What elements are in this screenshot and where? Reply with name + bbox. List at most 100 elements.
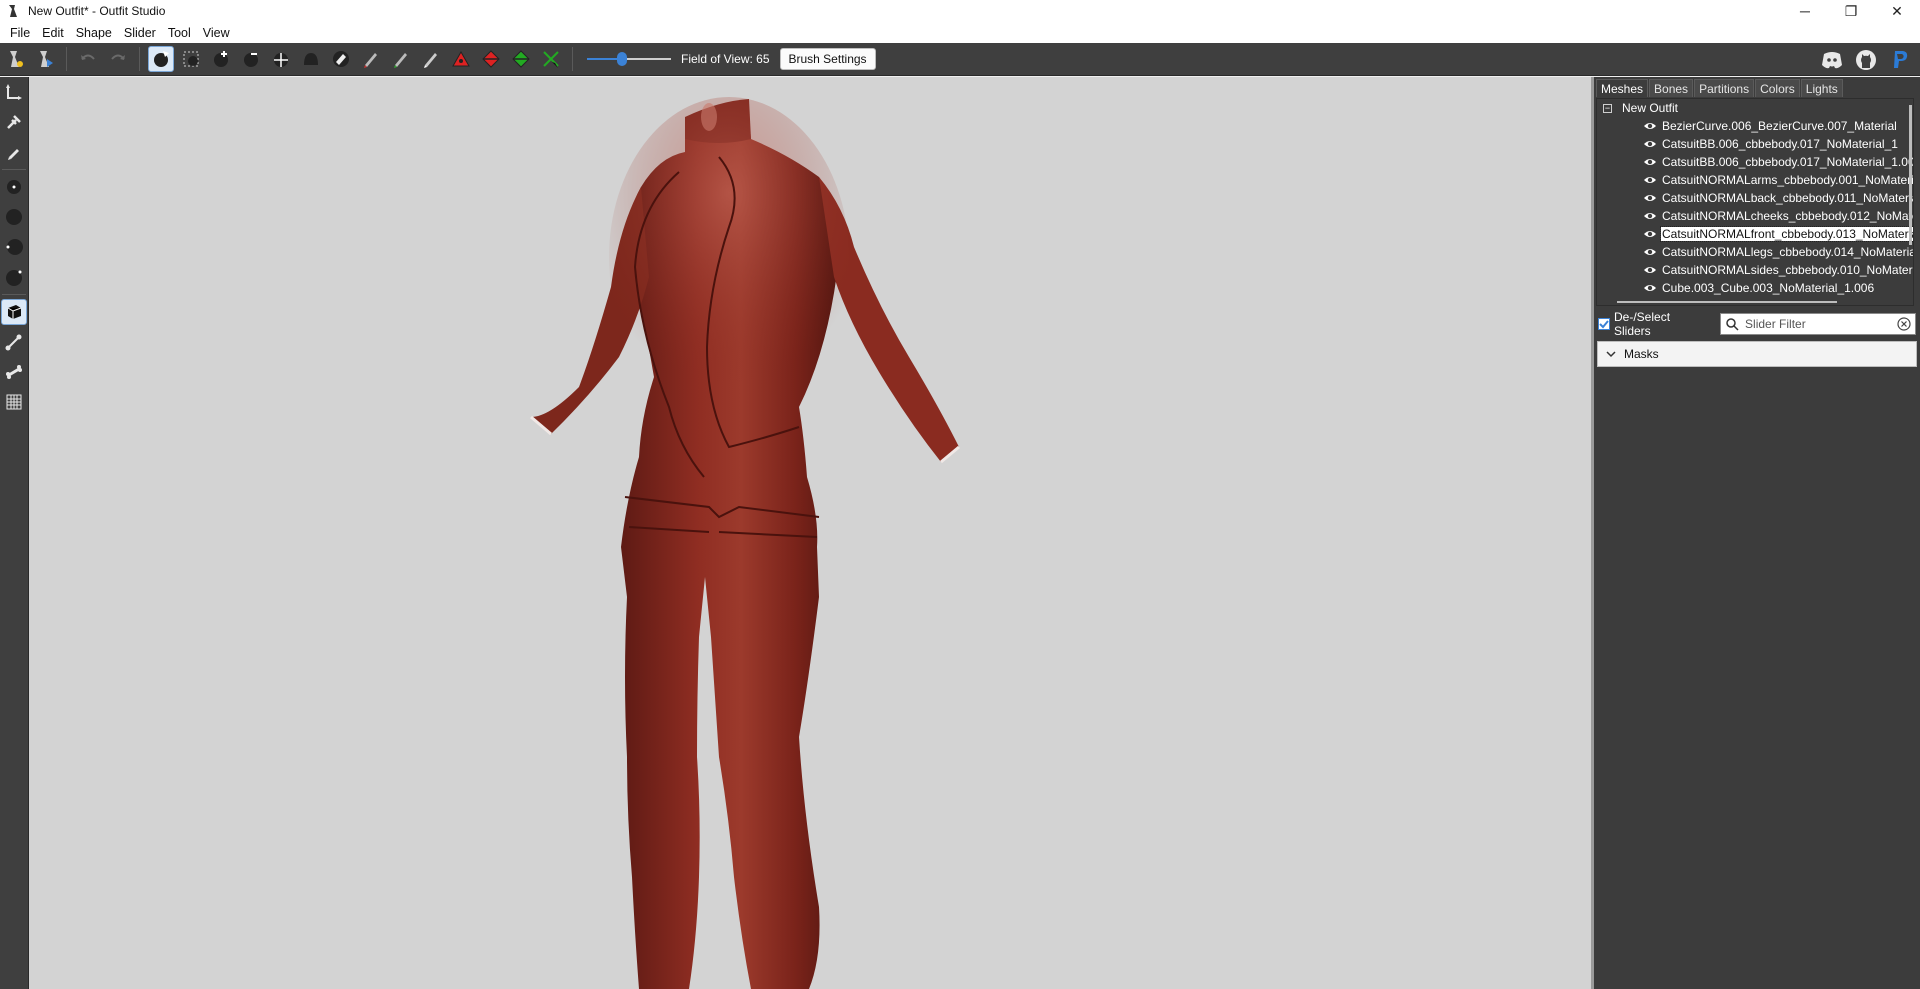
smooth-brush-button[interactable] <box>298 46 324 72</box>
tree-root[interactable]: − New Outfit <box>1597 99 1913 117</box>
visibility-eye-icon[interactable] <box>1643 247 1657 257</box>
visibility-eye-icon[interactable] <box>1643 229 1657 239</box>
new-project-icon <box>10 51 23 67</box>
field-of-view-label: Field of View: 65 <box>681 52 770 66</box>
redo-icon <box>111 54 125 60</box>
visibility-eye-icon[interactable] <box>1643 121 1657 131</box>
main-toolbar: Field of View: 65 Brush Settings <box>0 43 1920 76</box>
panel-tabs: Meshes Bones Partitions Colors Lights <box>1594 77 1920 97</box>
title-bar: New Outfit* - Outfit Studio ─ ❐ ✕ <box>0 0 1920 22</box>
visibility-eye-icon[interactable] <box>1643 265 1657 275</box>
tab-meshes[interactable]: Meshes <box>1596 79 1649 97</box>
search-icon <box>1726 318 1739 331</box>
move-brush-icon <box>274 53 288 67</box>
transform-tool-button[interactable] <box>1 79 27 105</box>
alpha-brush-button[interactable] <box>418 46 444 72</box>
menu-edit[interactable]: Edit <box>36 26 70 40</box>
inflate-brush-button[interactable] <box>208 46 234 72</box>
deflate-brush-icon <box>244 53 258 67</box>
box-select-button[interactable] <box>1 299 27 325</box>
menu-slider[interactable]: Slider <box>118 26 162 40</box>
tab-lights[interactable]: Lights <box>1800 79 1843 97</box>
discord-icon[interactable] <box>1820 48 1844 72</box>
minimize-icon: ─ <box>1800 3 1810 19</box>
tree-vertical-scrollbar[interactable] <box>1909 105 1912 245</box>
collapse-vertex-button[interactable] <box>448 46 474 72</box>
tree-item[interactable]: CatsuitNORMALsides_cbbebody.010_NoMateri… <box>1597 261 1913 279</box>
tab-bones[interactable]: Bones <box>1649 79 1694 97</box>
visibility-eye-icon[interactable] <box>1643 193 1657 203</box>
eraser-button[interactable] <box>328 46 354 72</box>
mesh-tree[interactable]: − New Outfit BezierCurve.006_BezierCurve… <box>1596 98 1914 306</box>
tree-item[interactable]: CatsuitNORMALlegs_cbbebody.014_NoMateria… <box>1597 243 1913 261</box>
slider-filter[interactable] <box>1720 313 1916 335</box>
visibility-eye-icon[interactable] <box>1643 175 1657 185</box>
vertex-edit-button[interactable] <box>1 139 27 165</box>
select-brush-button[interactable] <box>148 46 174 72</box>
redo-button[interactable] <box>105 46 131 72</box>
deflate-brush-button[interactable] <box>238 46 264 72</box>
paypal-icon[interactable] <box>1888 48 1912 72</box>
slider-filter-input[interactable] <box>1745 317 1896 331</box>
move-brush-button[interactable] <box>268 46 294 72</box>
tree-horizontal-scrollbar[interactable] <box>1617 301 1837 303</box>
deselect-sliders-checkbox[interactable] <box>1598 318 1610 330</box>
tree-item[interactable]: CatsuitNORMALfront_cbbebody.013_NoMateri… <box>1597 225 1913 243</box>
tab-colors[interactable]: Colors <box>1755 79 1800 97</box>
maximize-button[interactable]: ❐ <box>1828 0 1874 22</box>
tree-item[interactable]: BezierCurve.006_BezierCurve.007_Material <box>1597 117 1913 135</box>
visibility-eye-icon[interactable] <box>1643 211 1657 221</box>
deselect-sliders-label[interactable]: De-/Select Sliders <box>1614 310 1708 338</box>
alpha-brush-icon <box>424 53 437 68</box>
tree-item[interactable]: CatsuitNORMALback_cbbebody.011_NoMateria… <box>1597 189 1913 207</box>
brush-size-medium-button[interactable] <box>1 204 27 230</box>
pivot-tool-button[interactable] <box>1 109 27 135</box>
menu-shape[interactable]: Shape <box>70 26 118 40</box>
tree-item[interactable]: CatsuitNORMALcheeks_cbbebody.012_NoMater… <box>1597 207 1913 225</box>
slider-thumb[interactable] <box>617 52 628 66</box>
inflate-brush-icon <box>214 51 228 67</box>
tree-item[interactable]: CatsuitNORMALarms_cbbebody.001_NoMateria… <box>1597 171 1913 189</box>
clear-filter-icon[interactable] <box>1897 317 1911 331</box>
visibility-eye-icon[interactable] <box>1643 157 1657 167</box>
edge-tool-button[interactable] <box>1 329 27 355</box>
load-project-button[interactable] <box>32 46 58 72</box>
collapse-icon[interactable]: − <box>1603 103 1612 113</box>
menu-file[interactable]: File <box>4 26 36 40</box>
visibility-eye-icon[interactable] <box>1643 283 1657 293</box>
tree-item[interactable]: Cube.003_Cube.003_NoMaterial_1.006 <box>1597 279 1913 297</box>
menu-tool[interactable]: Tool <box>162 26 197 40</box>
transform-button[interactable] <box>538 46 564 72</box>
tree-item[interactable]: CatsuitBB.006_cbbebody.017_NoMaterial_1.… <box>1597 153 1913 171</box>
close-button[interactable]: ✕ <box>1874 0 1920 22</box>
brush-size-xlarge-button[interactable] <box>1 264 27 290</box>
brush-size-small-button[interactable] <box>1 174 27 200</box>
split-edge-button[interactable] <box>508 46 534 72</box>
color-brush-icon <box>394 53 407 68</box>
brush-size-large-button[interactable] <box>1 234 27 260</box>
weight-brush-icon <box>364 53 377 68</box>
menu-view[interactable]: View <box>197 26 236 40</box>
tab-partitions[interactable]: Partitions <box>1694 79 1755 97</box>
bone-tool-button[interactable] <box>1 359 27 385</box>
masks-section[interactable]: Masks <box>1597 341 1917 367</box>
select-brush-icon <box>154 51 169 67</box>
tree-item-label: CatsuitBB.006_cbbebody.017_NoMaterial_1.… <box>1662 155 1914 169</box>
field-of-view-slider[interactable] <box>587 49 671 69</box>
tree-item[interactable]: CatsuitBB.006_cbbebody.017_NoMaterial_1 <box>1597 135 1913 153</box>
github-icon[interactable] <box>1854 48 1878 72</box>
tool-strip-separator <box>2 169 26 170</box>
mask-select-button[interactable] <box>178 46 204 72</box>
minimize-button[interactable]: ─ <box>1782 0 1828 22</box>
color-brush-button[interactable] <box>388 46 414 72</box>
undo-button[interactable] <box>75 46 101 72</box>
weight-brush-button[interactable] <box>358 46 384 72</box>
grid-button[interactable] <box>1 389 27 415</box>
tree-item-label: Cube.003_Cube.003_NoMaterial_1.006 <box>1662 281 1875 295</box>
tree-item-label: CatsuitNORMALcheeks_cbbebody.012_NoMater… <box>1662 209 1914 223</box>
flip-edge-button[interactable] <box>478 46 504 72</box>
visibility-eye-icon[interactable] <box>1643 139 1657 149</box>
new-project-button[interactable] <box>2 46 28 72</box>
3d-viewport[interactable] <box>29 77 1591 989</box>
brush-settings-button[interactable]: Brush Settings <box>779 48 876 70</box>
